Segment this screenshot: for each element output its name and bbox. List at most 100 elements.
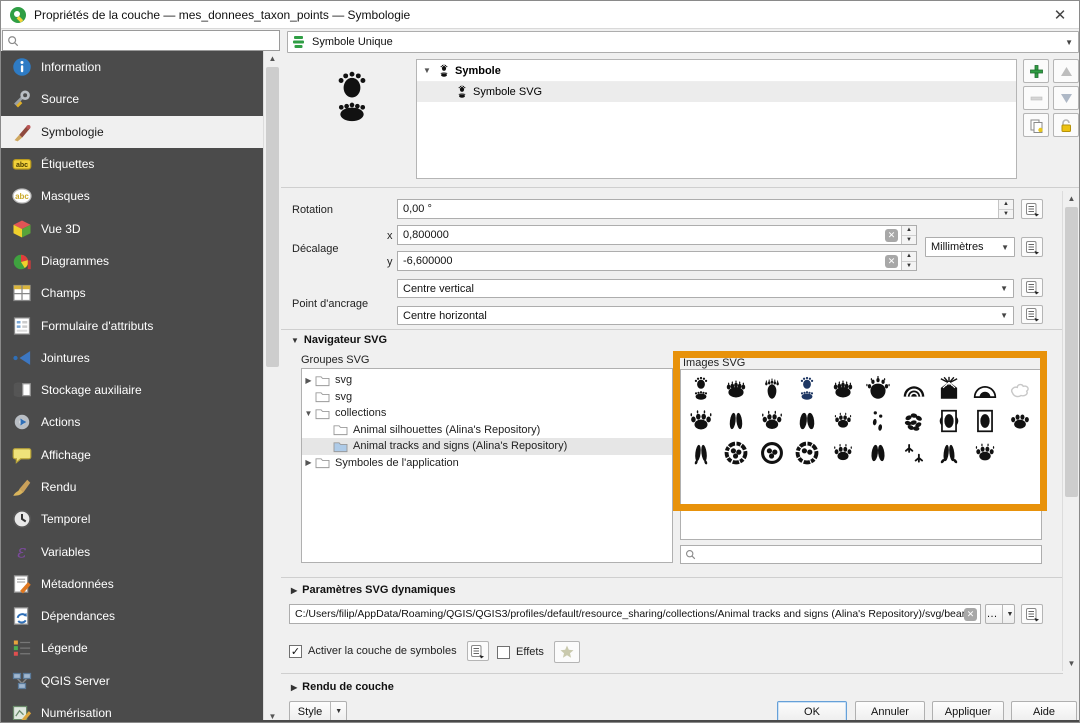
duplicate-layer-button[interactable] bbox=[1023, 113, 1049, 137]
anchor-horizontal-override-button[interactable] bbox=[1021, 305, 1043, 324]
enable-layer-override-button[interactable] bbox=[467, 641, 489, 661]
scroll-up-icon[interactable]: ▲ bbox=[1063, 191, 1080, 206]
sidebar-item-labels[interactable]: abcÉtiquettes bbox=[1, 148, 263, 180]
close-icon[interactable]: ✕ bbox=[1049, 5, 1071, 25]
svg-group-row[interactable]: ▶Symboles de l'application bbox=[302, 455, 672, 472]
svg-image-badger-track-pair-blue[interactable] bbox=[790, 373, 826, 405]
svg-image-beaver-lodge[interactable] bbox=[932, 373, 968, 405]
svg-image-nest-ring-rough[interactable] bbox=[790, 437, 826, 469]
chevron-down-icon[interactable]: ▼ bbox=[302, 409, 315, 418]
sidebar-item-legend[interactable]: Légende bbox=[1, 632, 263, 664]
chevron-right-icon[interactable]: ▶ bbox=[302, 376, 315, 385]
sidebar-item-source[interactable]: Source bbox=[1, 83, 263, 115]
svg-path-input[interactable] bbox=[290, 608, 964, 620]
svg-image-animal-den-dome[interactable] bbox=[967, 373, 1003, 405]
search-input[interactable] bbox=[19, 32, 279, 49]
svg-image-hoof-bracket-frame[interactable] bbox=[932, 405, 968, 437]
svg-image-deer-hoof[interactable] bbox=[719, 405, 755, 437]
svg-image-fox-paw-small[interactable] bbox=[825, 405, 861, 437]
svg-image-nest-with-eggs[interactable] bbox=[719, 437, 755, 469]
svg-image-deer-hoof-dewclaws[interactable] bbox=[683, 437, 719, 469]
symbol-svg-layer-row[interactable]: Symbole SVG bbox=[417, 82, 1016, 102]
sidebar-item-joins[interactable]: Jointures bbox=[1, 342, 263, 374]
svg-image-beaver-dam-arc[interactable] bbox=[896, 373, 932, 405]
svg-image-badger-paw[interactable] bbox=[825, 437, 861, 469]
clear-icon[interactable]: ✕ bbox=[885, 255, 898, 268]
svg-group-row[interactable]: ▶svg bbox=[302, 372, 672, 389]
sidebar-item-temporal[interactable]: Temporel bbox=[1, 503, 263, 535]
chevron-down-icon[interactable]: ▼ bbox=[1002, 605, 1018, 623]
sidebar-item-masks[interactable]: abcMasques bbox=[1, 180, 263, 212]
svg-image-bear-paw-large[interactable] bbox=[861, 373, 897, 405]
anchor-vertical-override-button[interactable] bbox=[1021, 278, 1043, 297]
symbol-type-combobox[interactable]: Symbole Unique ▼ bbox=[287, 31, 1079, 53]
move-layer-down-button[interactable] bbox=[1053, 86, 1079, 110]
svg-group-row[interactable]: Animal silhouettes (Alina's Repository) bbox=[302, 422, 672, 439]
chevron-down-icon[interactable]: ▼ bbox=[330, 702, 346, 721]
sidebar-item-display[interactable]: Affichage bbox=[1, 439, 263, 471]
sidebar-item-diagrams[interactable]: Diagrammes bbox=[1, 245, 263, 277]
rotation-data-defined-override-button[interactable] bbox=[1021, 199, 1043, 219]
svg-group-row[interactable]: Animal tracks and signs (Alina's Reposit… bbox=[302, 438, 672, 455]
svg-image-search-input[interactable] bbox=[696, 549, 1041, 561]
layer-rendering-header[interactable]: ▶Rendu de couche bbox=[291, 681, 394, 693]
clear-icon[interactable]: ✕ bbox=[964, 608, 977, 621]
anchor-vertical-combobox[interactable]: Centre vertical ▼ bbox=[397, 279, 1014, 298]
chevron-down-icon[interactable]: ▼ bbox=[421, 66, 433, 75]
dynamic-svg-params-header[interactable]: ▶Paramètres SVG dynamiques bbox=[291, 584, 456, 596]
enable-layer-checkbox[interactable]: ✓ bbox=[289, 645, 302, 658]
rotation-spinner[interactable]: ▲▼ bbox=[998, 200, 1013, 218]
sidebar-item-view3d[interactable]: Vue 3D bbox=[1, 212, 263, 244]
symbol-root-row[interactable]: ▼ Symbole bbox=[417, 60, 1016, 82]
add-symbol-layer-button[interactable] bbox=[1023, 59, 1049, 83]
sidebar-item-metadata[interactable]: Métadonnées bbox=[1, 568, 263, 600]
offset-x-input[interactable] bbox=[398, 229, 885, 241]
svg-image-scat-pile[interactable] bbox=[896, 405, 932, 437]
sidebar-item-information[interactable]: Information bbox=[1, 51, 263, 83]
svg-image-cat-paw[interactable] bbox=[1003, 405, 1039, 437]
cancel-button[interactable]: Annuler bbox=[855, 701, 925, 722]
style-button[interactable]: Style ▼ bbox=[289, 701, 347, 722]
svg-image-wolf-paw[interactable] bbox=[683, 405, 719, 437]
anchor-horizontal-combobox[interactable]: Centre horizontal ▼ bbox=[397, 306, 1014, 325]
svg-image-hoof-rect-frame[interactable] bbox=[967, 405, 1003, 437]
svg-image-nest-ring-dots[interactable] bbox=[754, 437, 790, 469]
svg-image-bear-track-pair[interactable] bbox=[683, 373, 719, 405]
scroll-down-icon[interactable]: ▼ bbox=[1063, 656, 1080, 671]
lock-color-button[interactable] bbox=[1053, 113, 1079, 137]
svg-image-lynx-paw[interactable] bbox=[967, 437, 1003, 469]
help-button[interactable]: Aide bbox=[1011, 701, 1077, 722]
sidebar-item-actions[interactable]: Actions bbox=[1, 406, 263, 438]
sidebar-item-fields[interactable]: Champs bbox=[1, 277, 263, 309]
sidebar-item-rendering[interactable]: Rendu bbox=[1, 471, 263, 503]
offset-unit-combobox[interactable]: Millimètres ▼ bbox=[925, 237, 1015, 257]
offset-y-input[interactable] bbox=[398, 255, 885, 267]
clear-icon[interactable]: ✕ bbox=[885, 229, 898, 242]
svg-image-bear-paw-wide[interactable] bbox=[825, 373, 861, 405]
svg-image-bird-tracks[interactable] bbox=[896, 437, 932, 469]
svg-browser-header[interactable]: ▼Navigateur SVG bbox=[291, 334, 387, 346]
move-layer-up-button[interactable] bbox=[1053, 59, 1079, 83]
svg-image-scat-outline[interactable] bbox=[1003, 373, 1039, 405]
scroll-up-icon[interactable]: ▲ bbox=[264, 51, 281, 66]
browse-svg-button[interactable]: … ▼ bbox=[985, 604, 1015, 624]
sidebar-item-auxiliary-storage[interactable]: Stockage auxiliaire bbox=[1, 374, 263, 406]
sidebar-scrollbar-thumb[interactable] bbox=[266, 67, 279, 367]
svg-path-override-button[interactable] bbox=[1021, 604, 1043, 624]
svg-image-boar-hoof-dewclaws[interactable] bbox=[932, 437, 968, 469]
sidebar-item-attributes-form[interactable]: Formulaire d'attributs bbox=[1, 309, 263, 341]
rotation-input[interactable] bbox=[398, 203, 998, 215]
content-scrollbar-thumb[interactable] bbox=[1065, 207, 1078, 497]
ok-button[interactable]: OK bbox=[777, 701, 847, 722]
effects-customize-button[interactable] bbox=[554, 641, 580, 663]
apply-button[interactable]: Appliquer bbox=[932, 701, 1004, 722]
sidebar-scrollbar[interactable]: ▲ ▼ bbox=[263, 51, 281, 723]
svg-image-rabbit-tracks[interactable] bbox=[861, 405, 897, 437]
svg-group-row[interactable]: svg bbox=[302, 389, 672, 406]
offset-x-spinner[interactable]: ▲▼ bbox=[901, 226, 916, 244]
svg-image-elk-hoof[interactable] bbox=[861, 437, 897, 469]
sidebar-item-variables[interactable]: εVariables bbox=[1, 535, 263, 567]
remove-symbol-layer-button[interactable] bbox=[1023, 86, 1049, 110]
offset-y-spinner[interactable]: ▲▼ bbox=[901, 252, 916, 270]
sidebar-item-symbology[interactable]: Symbologie bbox=[1, 116, 263, 148]
